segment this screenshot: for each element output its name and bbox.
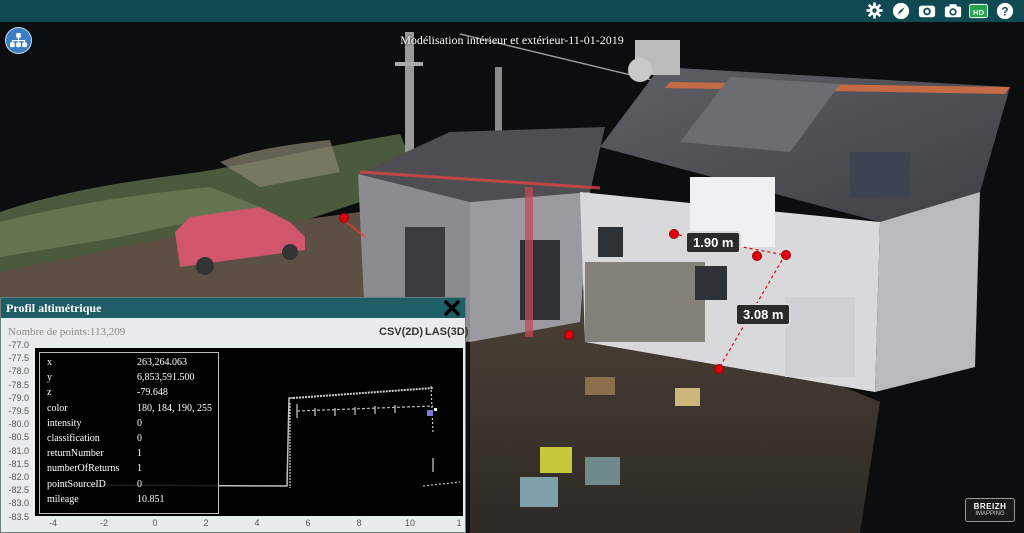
hierarchy-icon <box>10 33 27 48</box>
info-row: intensity 0 <box>47 418 217 432</box>
hd-icon[interactable]: HD <box>969 1 988 20</box>
x-tick-label: 8 <box>356 518 362 528</box>
measure-point[interactable] <box>669 229 679 239</box>
compass-icon[interactable] <box>891 1 910 20</box>
measure-point[interactable] <box>339 213 349 223</box>
info-key: z <box>47 387 52 399</box>
x-axis-ticks: -4 -2 0 2 4 6 8 10 1 <box>35 518 463 532</box>
x-tick-label: 2 <box>203 518 209 528</box>
panel-header[interactable]: Profil altimétrique <box>1 298 465 318</box>
y-axis-ticks: -77.0 -77.5 -78.0 -78.5 -79.0 -79.5 -80.0 -80.5… <box>1 340 33 522</box>
measure-point[interactable] <box>564 330 574 340</box>
info-value: 10.851 <box>137 493 165 505</box>
logo-line2: IMAPPING <box>975 511 1005 517</box>
close-icon <box>444 300 460 316</box>
info-row: pointSourceID 0 <box>47 479 217 493</box>
gear-icon[interactable] <box>865 1 884 20</box>
y-tick-label: -81.5 <box>8 458 29 469</box>
help-icon[interactable]: ? <box>995 1 1014 20</box>
y-tick-label: -77.0 <box>8 340 29 350</box>
panorama-icon[interactable] <box>917 1 936 20</box>
info-value: 263,264.063 <box>137 357 187 368</box>
y-tick-label: -78.0 <box>8 366 29 377</box>
sidebar-menu-button[interactable] <box>5 27 32 54</box>
info-row: x 263,264.063 <box>47 357 217 371</box>
info-key: pointSourceID <box>47 478 106 490</box>
info-key: intensity <box>47 417 82 429</box>
info-row: color 180, 184, 190, 255 <box>47 403 217 417</box>
y-tick-label: -77.5 <box>8 353 29 364</box>
info-row: mileage 10.851 <box>47 494 217 508</box>
info-row: numberOfReturns 1 <box>47 463 217 477</box>
y-tick-label: -80.0 <box>8 419 29 430</box>
info-key: returnNumber <box>47 448 104 460</box>
measurement-label-distance[interactable]: 1.90 m <box>685 231 742 254</box>
y-tick-label: -81.0 <box>8 445 29 456</box>
info-row: returnNumber 1 <box>47 448 217 462</box>
info-key: x <box>47 357 52 368</box>
info-value: 1 <box>137 448 142 460</box>
x-tick-label: -4 <box>48 518 58 528</box>
measure-point[interactable] <box>714 364 724 374</box>
info-row: z -79.648 <box>47 387 217 401</box>
info-value: 0 <box>137 433 142 444</box>
y-tick-label: -78.5 <box>8 379 29 390</box>
profile-plot[interactable]: x 263,264.063 y 6,853,591.500 z -79.648 color 1… <box>35 348 463 516</box>
info-value: -79.648 <box>137 387 168 399</box>
info-row: y 6,853,591.500 <box>47 372 217 386</box>
info-value: 0 <box>137 417 142 429</box>
x-tick-label: -2 <box>99 518 109 528</box>
x-tick-label: 0 <box>152 518 158 528</box>
measure-point[interactable] <box>752 251 762 261</box>
y-tick-label: -79.5 <box>8 406 29 416</box>
info-key: color <box>47 402 68 414</box>
x-tick-label: 6 <box>305 518 311 528</box>
x-tick-label: 1 <box>456 518 462 528</box>
info-value: 0 <box>137 478 142 490</box>
y-tick-label: -80.5 <box>8 432 29 443</box>
info-value: 6,853,591.500 <box>137 372 195 384</box>
help-label: ? <box>1001 5 1008 18</box>
y-tick-label: -79.0 <box>8 392 29 403</box>
measure-point[interactable] <box>781 250 791 260</box>
export-las-button[interactable]: LAS(3D) <box>425 326 468 338</box>
info-key: mileage <box>47 493 79 505</box>
camera-icon[interactable] <box>943 1 962 20</box>
points-count: Nombre de points:113,209 <box>8 326 126 338</box>
hd-label: HD <box>973 7 984 16</box>
info-key: y <box>47 372 52 384</box>
x-tick-label: 10 <box>404 518 416 528</box>
info-row: classification 0 <box>47 433 217 447</box>
point-info-table: x 263,264.063 y 6,853,591.500 z -79.648 color 1… <box>39 352 219 514</box>
info-value: 180, 184, 190, 255 <box>137 402 212 414</box>
panel-title: Profil altimétrique <box>6 301 102 315</box>
y-tick-label: -82.0 <box>8 472 29 482</box>
info-value: 1 <box>137 463 142 475</box>
y-tick-label: -83.0 <box>8 498 29 509</box>
elevation-profile-panel: Profil altimétrique Nombre de points:113… <box>0 297 468 533</box>
toolbar-icons: HD ? <box>865 1 1014 20</box>
info-key: numberOfReturns <box>47 463 120 475</box>
info-key: classification <box>47 433 100 444</box>
export-csv-button[interactable]: CSV(2D) <box>379 326 423 338</box>
measurement-label-height[interactable]: 3.08 m <box>735 303 792 326</box>
y-tick-label: -82.5 <box>8 485 29 496</box>
top-toolbar: HD ? <box>0 0 1024 22</box>
close-button[interactable] <box>443 299 461 317</box>
y-tick-label: -83.5 <box>8 511 29 522</box>
scene-title: Modélisation intérieur et extérieur-11-0… <box>400 33 624 47</box>
x-tick-label: 4 <box>254 518 260 528</box>
breizh-imapping-logo: BREIZH IMAPPING <box>965 498 1015 522</box>
logo-line1: BREIZH <box>973 502 1007 511</box>
